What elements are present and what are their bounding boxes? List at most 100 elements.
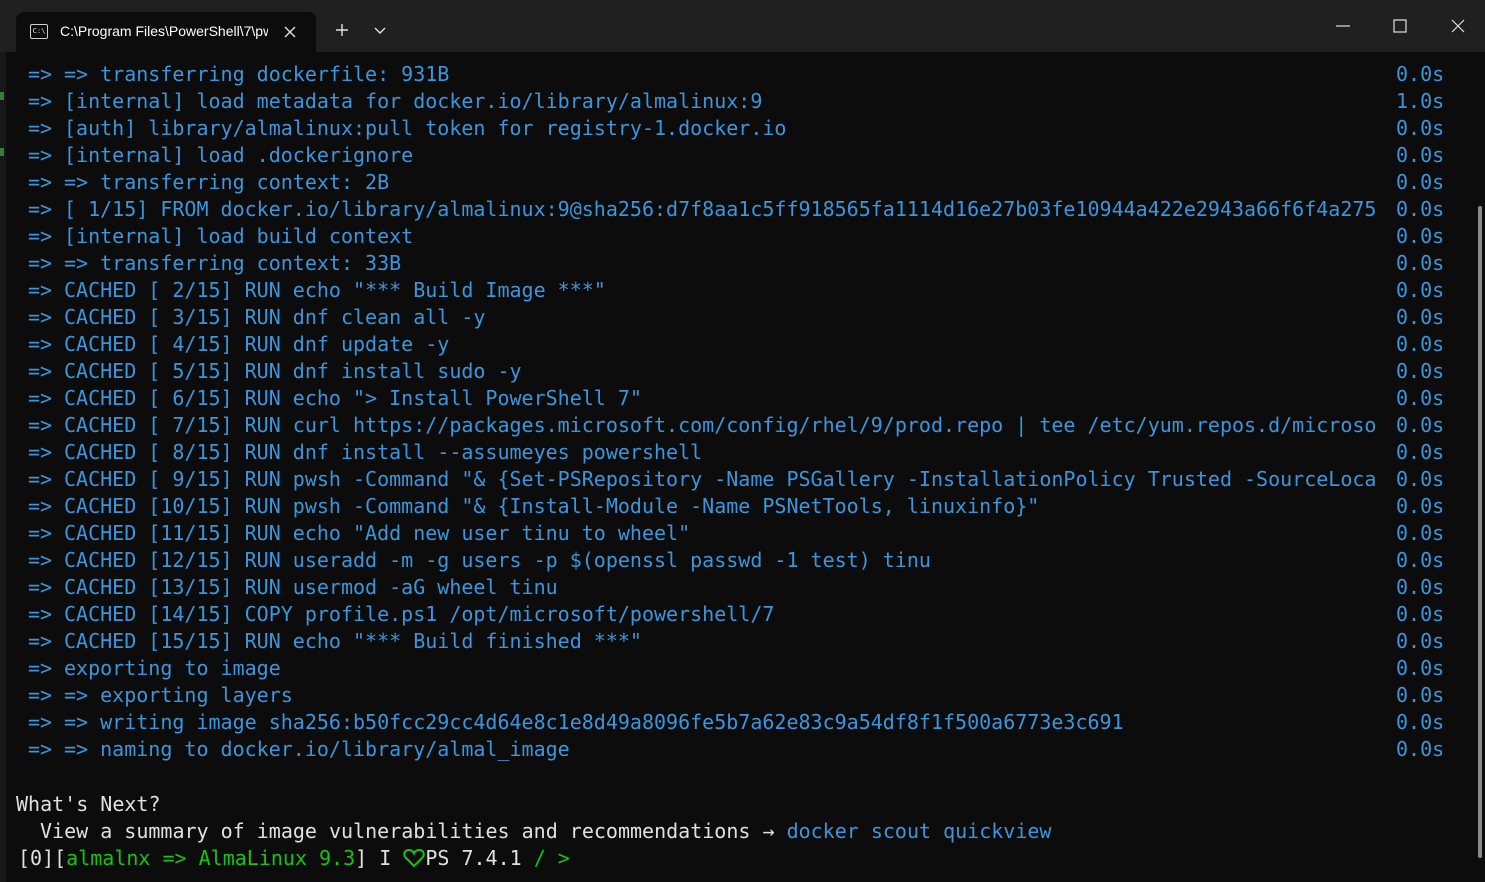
- log-time: 0.0s: [1396, 494, 1445, 518]
- log-text: CACHED [ 9/15] RUN pwsh -Command "& {Set…: [64, 467, 1377, 491]
- log-time: 0.0s: [1396, 143, 1445, 167]
- log-line: => CACHED [ 4/15] RUN dnf update -y 0.0s: [16, 331, 1444, 358]
- log-line: => CACHED [14/15] COPY profile.ps1 /opt/…: [16, 601, 1444, 628]
- log-arrow: =>: [28, 278, 53, 302]
- prompt-host: almalnx => AlmaLinux 9.3: [66, 846, 356, 870]
- log-text: => writing image sha256:b50fcc29cc4d64e8…: [64, 710, 1124, 734]
- shell-prompt[interactable]: [0][almalnx => AlmaLinux 9.3] I PS 7.4.1…: [18, 845, 570, 872]
- log-time: 0.0s: [1396, 170, 1445, 194]
- log-line: => CACHED [ 5/15] RUN dnf install sudo -…: [16, 358, 1444, 385]
- log-line: => CACHED [10/15] RUN pwsh -Command "& {…: [16, 493, 1444, 520]
- log-text: [auth] library/almalinux:pull token for …: [64, 116, 787, 140]
- close-tab-icon[interactable]: [282, 24, 298, 40]
- new-tab-icon[interactable]: [334, 22, 350, 38]
- log-line: => CACHED [11/15] RUN echo "Add new user…: [16, 520, 1444, 547]
- log-text: [ 1/15] FROM docker.io/library/almalinux…: [64, 197, 1377, 221]
- log-time: 0.0s: [1396, 737, 1445, 761]
- log-line: => [internal] load build context 0.0s: [16, 223, 1444, 250]
- log-arrow: =>: [28, 440, 53, 464]
- minimize-icon[interactable]: [1334, 17, 1352, 35]
- maximize-icon[interactable]: [1391, 17, 1409, 35]
- log-time: 1.0s: [1396, 89, 1445, 113]
- log-time: 0.0s: [1396, 548, 1445, 572]
- log-arrow: =>: [28, 494, 53, 518]
- log-text: => naming to docker.io/library/almal_ima…: [64, 737, 570, 761]
- log-text: CACHED [ 6/15] RUN echo "> Install Power…: [64, 386, 642, 410]
- log-line: => => transferring dockerfile: 931B 0.0s: [16, 61, 1444, 88]
- log-arrow: =>: [28, 251, 53, 275]
- log-arrow: =>: [28, 548, 53, 572]
- log-time: 0.0s: [1396, 440, 1445, 464]
- log-line: => exporting to image 0.0s: [16, 655, 1444, 682]
- log-text: exporting to image: [64, 656, 281, 680]
- log-line: => [internal] load metadata for docker.i…: [16, 88, 1444, 115]
- log-line: => => writing image sha256:b50fcc29cc4d6…: [16, 709, 1444, 736]
- log-line: => [auth] library/almalinux:pull token f…: [16, 115, 1444, 142]
- close-window-icon[interactable]: [1449, 17, 1467, 35]
- log-arrow: =>: [28, 170, 53, 194]
- log-arrow: =>: [28, 521, 53, 545]
- log-arrow: =>: [28, 386, 53, 410]
- log-text: CACHED [11/15] RUN echo "Add new user ti…: [64, 521, 691, 545]
- log-line: => => transferring context: 2B 0.0s: [16, 169, 1444, 196]
- log-time: 0.0s: [1396, 521, 1445, 545]
- log-line: => CACHED [13/15] RUN usermod -aG wheel …: [16, 574, 1444, 601]
- tab-title: C:\Program Files\PowerShell\7\pwsh.exe: [60, 23, 268, 39]
- log-text: => transferring context: 2B: [64, 170, 390, 194]
- log-time: 0.0s: [1396, 629, 1445, 653]
- prompt-open: [0][: [18, 846, 67, 870]
- terminal-output[interactable]: => => transferring dockerfile: 931B 0.0s…: [6, 52, 1476, 882]
- log-time: 0.0s: [1396, 224, 1445, 248]
- whats-next-summary: View a summary of image vulnerabilities …: [40, 819, 775, 843]
- log-text: CACHED [14/15] COPY profile.ps1 /opt/mic…: [64, 602, 775, 626]
- whats-next-heading: What's Next?: [16, 792, 161, 816]
- log-time: 0.0s: [1396, 359, 1445, 383]
- log-arrow: =>: [28, 62, 53, 86]
- log-time: 0.0s: [1396, 656, 1445, 680]
- edge-mark: [0, 148, 4, 156]
- log-text: CACHED [13/15] RUN usermod -aG wheel tin…: [64, 575, 558, 599]
- log-line: => [internal] load .dockerignore 0.0s: [16, 142, 1444, 169]
- log-arrow: =>: [28, 737, 53, 761]
- log-arrow: =>: [28, 197, 53, 221]
- log-arrow: =>: [28, 602, 53, 626]
- prompt-path: / >: [521, 846, 570, 870]
- log-time: 0.0s: [1396, 386, 1445, 410]
- log-line: => => transferring context: 33B 0.0s: [16, 250, 1444, 277]
- log-arrow: =>: [28, 710, 53, 734]
- log-line: => CACHED [ 8/15] RUN dnf install --assu…: [16, 439, 1444, 466]
- scrollbar-thumb[interactable]: [1478, 206, 1482, 858]
- log-text: CACHED [ 7/15] RUN curl https://packages…: [64, 413, 1377, 437]
- log-text: CACHED [10/15] RUN pwsh -Command "& {Ins…: [64, 494, 1040, 518]
- log-arrow: =>: [28, 629, 53, 653]
- prompt-ps-version: PS 7.4.1: [425, 846, 522, 870]
- log-line: => CACHED [ 6/15] RUN echo "> Install Po…: [16, 385, 1444, 412]
- log-arrow: =>: [28, 332, 53, 356]
- log-text: => transferring dockerfile: 931B: [64, 62, 450, 86]
- prompt-mid: ] I: [355, 846, 404, 870]
- log-time: 0.0s: [1396, 710, 1445, 734]
- log-line: => => exporting layers 0.0s: [16, 682, 1444, 709]
- log-arrow: =>: [28, 467, 53, 491]
- log-text: [internal] load build context: [64, 224, 414, 248]
- log-time: 0.0s: [1396, 332, 1445, 356]
- chevron-down-icon[interactable]: [372, 22, 388, 38]
- log-line: => CACHED [ 2/15] RUN echo "*** Build Im…: [16, 277, 1444, 304]
- heart-icon: [403, 848, 426, 868]
- console-icon: C:\: [30, 24, 48, 39]
- log-text: CACHED [ 5/15] RUN dnf install sudo -y: [64, 359, 522, 383]
- log-arrow: =>: [28, 683, 53, 707]
- log-line: => CACHED [ 9/15] RUN pwsh -Command "& {…: [16, 466, 1444, 493]
- log-time: 0.0s: [1396, 278, 1445, 302]
- log-arrow: =>: [28, 575, 53, 599]
- log-arrow: =>: [28, 143, 53, 167]
- log-text: CACHED [ 3/15] RUN dnf clean all -y: [64, 305, 486, 329]
- log-line: => CACHED [ 3/15] RUN dnf clean all -y 0…: [16, 304, 1444, 331]
- log-arrow: =>: [28, 89, 53, 113]
- log-time: 0.0s: [1396, 467, 1445, 491]
- terminal-tab[interactable]: C:\ C:\Program Files\PowerShell\7\pwsh.e…: [16, 12, 316, 52]
- log-text: => exporting layers: [64, 683, 293, 707]
- log-text: => transferring context: 33B: [64, 251, 402, 275]
- log-arrow: =>: [28, 413, 53, 437]
- log-text: CACHED [ 2/15] RUN echo "*** Build Image…: [64, 278, 606, 302]
